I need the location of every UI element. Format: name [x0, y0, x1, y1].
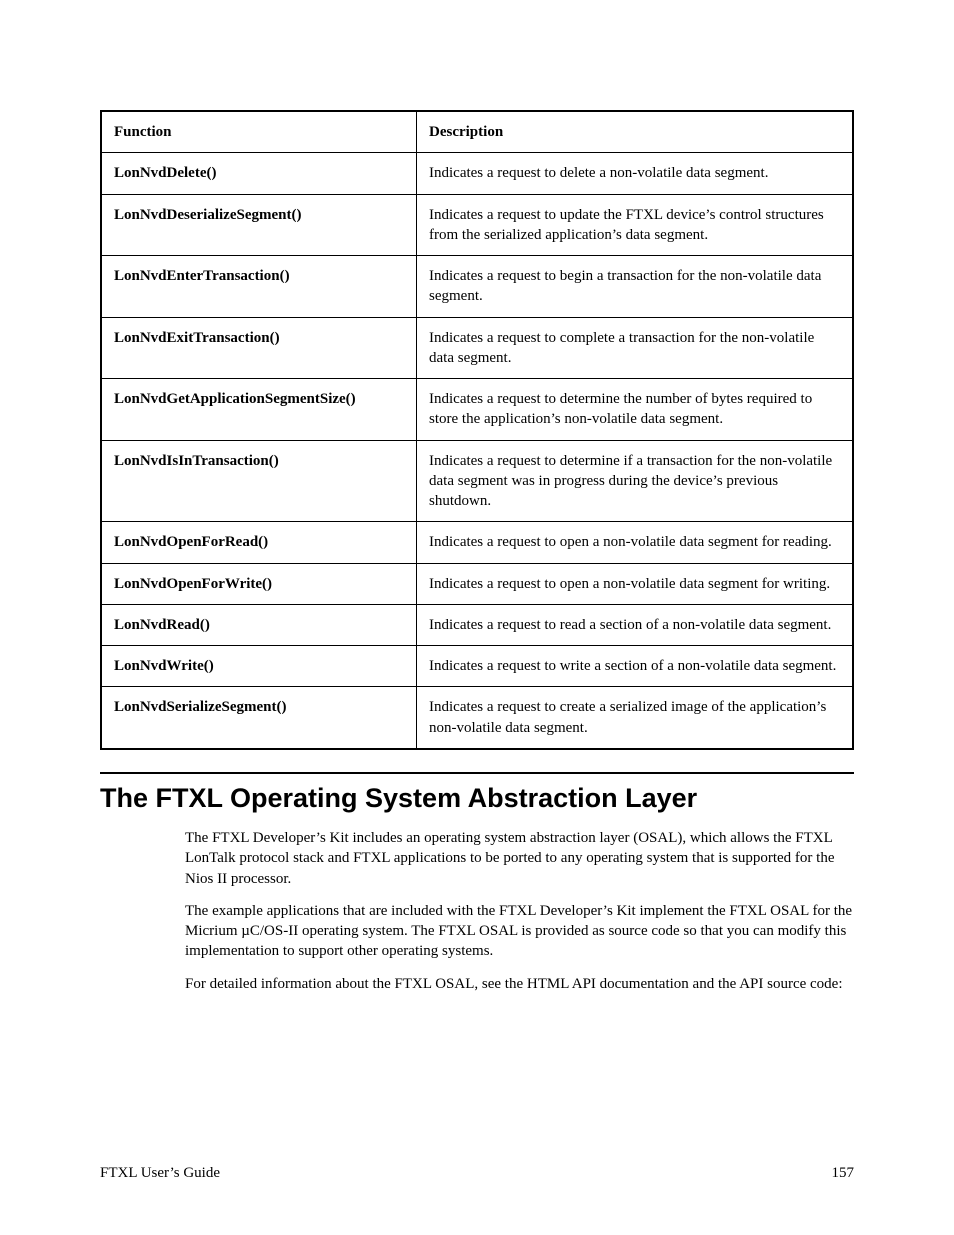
page: Function Description LonNvdDelete()Indic…	[0, 0, 954, 1235]
footer-title: FTXL User’s Guide	[100, 1163, 220, 1183]
desc-cell: Indicates a request to delete a non-vola…	[417, 153, 854, 194]
table-row: LonNvdDeserializeSegment()Indicates a re…	[101, 194, 853, 256]
func-cell: LonNvdDeserializeSegment()	[101, 194, 417, 256]
func-cell: LonNvdWrite()	[101, 646, 417, 687]
table-row: LonNvdDelete()Indicates a request to del…	[101, 153, 853, 194]
table-header-row: Function Description	[101, 111, 853, 153]
function-table: Function Description LonNvdDelete()Indic…	[100, 110, 854, 750]
func-cell: LonNvdEnterTransaction()	[101, 256, 417, 318]
table-row: LonNvdOpenForWrite()Indicates a request …	[101, 563, 853, 604]
body-text: The FTXL Developer’s Kit includes an ope…	[185, 828, 854, 994]
desc-cell: Indicates a request to complete a transa…	[417, 317, 854, 379]
desc-cell: Indicates a request to open a non-volati…	[417, 563, 854, 604]
paragraph: For detailed information about the FTXL …	[185, 974, 854, 994]
section-heading: The FTXL Operating System Abstraction La…	[100, 780, 854, 816]
header-function: Function	[101, 111, 417, 153]
desc-cell: Indicates a request to determine if a tr…	[417, 440, 854, 522]
desc-cell: Indicates a request to determine the num…	[417, 379, 854, 441]
func-cell: LonNvdSerializeSegment()	[101, 687, 417, 749]
table-row: LonNvdSerializeSegment()Indicates a requ…	[101, 687, 853, 749]
func-cell: LonNvdGetApplicationSegmentSize()	[101, 379, 417, 441]
func-cell: LonNvdIsInTransaction()	[101, 440, 417, 522]
desc-cell: Indicates a request to begin a transacti…	[417, 256, 854, 318]
func-cell: LonNvdOpenForWrite()	[101, 563, 417, 604]
table-row: LonNvdRead()Indicates a request to read …	[101, 604, 853, 645]
table-row: LonNvdEnterTransaction()Indicates a requ…	[101, 256, 853, 318]
header-description: Description	[417, 111, 854, 153]
func-cell: LonNvdOpenForRead()	[101, 522, 417, 563]
section-divider	[100, 772, 854, 774]
table-row: LonNvdOpenForRead()Indicates a request t…	[101, 522, 853, 563]
desc-cell: Indicates a request to write a section o…	[417, 646, 854, 687]
paragraph: The example applications that are includ…	[185, 901, 854, 962]
func-cell: LonNvdDelete()	[101, 153, 417, 194]
desc-cell: Indicates a request to open a non-volati…	[417, 522, 854, 563]
desc-cell: Indicates a request to update the FTXL d…	[417, 194, 854, 256]
table-row: LonNvdGetApplicationSegmentSize()Indicat…	[101, 379, 853, 441]
table-row: LonNvdIsInTransaction()Indicates a reque…	[101, 440, 853, 522]
table-row: LonNvdWrite()Indicates a request to writ…	[101, 646, 853, 687]
page-footer: FTXL User’s Guide 157	[100, 1163, 854, 1183]
func-cell: LonNvdExitTransaction()	[101, 317, 417, 379]
page-number: 157	[832, 1163, 855, 1183]
func-cell: LonNvdRead()	[101, 604, 417, 645]
paragraph: The FTXL Developer’s Kit includes an ope…	[185, 828, 854, 889]
desc-cell: Indicates a request to create a serializ…	[417, 687, 854, 749]
table-row: LonNvdExitTransaction()Indicates a reque…	[101, 317, 853, 379]
desc-cell: Indicates a request to read a section of…	[417, 604, 854, 645]
